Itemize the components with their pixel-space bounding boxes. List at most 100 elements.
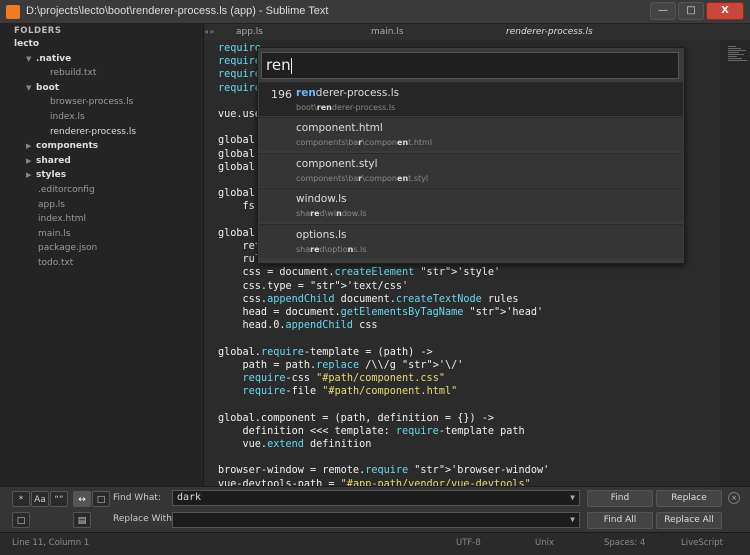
- sidebar-folder[interactable]: ▶ styles: [26, 170, 66, 180]
- sidebar-file[interactable]: main.ls: [38, 229, 71, 239]
- title-bar: D:\projects\lecto\boot\renderer-process.…: [0, 0, 750, 24]
- result-file-name: renderer-process.ls: [296, 87, 400, 99]
- replace-button[interactable]: Replace: [656, 490, 722, 507]
- tab-app-ls[interactable]: app.ls: [236, 27, 263, 37]
- tab-bar: ◂ ▸ app.ls main.ls renderer-process.ls: [204, 24, 750, 40]
- line-endings-indicator[interactable]: Unix: [535, 538, 554, 548]
- sidebar-header: FOLDERS: [14, 26, 62, 36]
- sidebar-folder[interactable]: ▼ .native: [26, 54, 71, 64]
- sidebar-file[interactable]: index.html: [38, 214, 86, 224]
- chevron-right-icon[interactable]: ▶: [26, 157, 36, 165]
- code-line: css.type = "str">'text/css': [218, 280, 409, 292]
- replace-all-button[interactable]: Replace All: [656, 512, 722, 529]
- minimap-line: [728, 60, 747, 61]
- tree-item-label: index.html: [38, 214, 86, 225]
- tab-main-ls[interactable]: main.ls: [371, 27, 404, 37]
- chevron-down-icon[interactable]: ▼: [26, 55, 36, 63]
- result-file-name: options.ls: [296, 228, 347, 241]
- goto-result-item[interactable]: component.styl components\bar\component.s…: [259, 152, 683, 187]
- code-line: browser-window = remote.require "str">'b…: [218, 465, 550, 477]
- close-button[interactable]: X: [706, 2, 744, 20]
- syntax-indicator[interactable]: LiveScript: [681, 538, 723, 548]
- tree-item-label: lecto: [14, 39, 40, 49]
- tree-item-label: components: [36, 141, 99, 152]
- goto-result-item[interactable]: 196 renderer-process.ls boot\renderer-proc…: [259, 82, 683, 116]
- replace-history-dropdown-icon[interactable]: ▼: [570, 513, 575, 527]
- sidebar-folder[interactable]: ▶ components: [26, 141, 98, 151]
- find-history-dropdown-icon[interactable]: ▼: [570, 491, 575, 505]
- code-line: vue-devtools-path = "#app-path/vendor/vu…: [218, 478, 531, 486]
- close-find-panel-icon[interactable]: ×: [728, 492, 740, 504]
- encoding-indicator[interactable]: UTF-8: [456, 538, 481, 548]
- tree-item-label: boot: [36, 82, 60, 93]
- sidebar-folder[interactable]: lecto: [14, 39, 39, 49]
- result-file-path: components\bar\component.html: [296, 138, 433, 148]
- sidebar-file[interactable]: todo.txt: [38, 258, 73, 268]
- sidebar-file[interactable]: rebuild.txt: [50, 68, 96, 78]
- find-all-button[interactable]: Find All: [587, 512, 653, 529]
- goto-result-item[interactable]: options.ls shared\options.ls: [259, 223, 683, 258]
- code-line: global.: [218, 161, 261, 173]
- sidebar: FOLDERS lecto ▼ .native rebuild.txt ▼ boot bro…: [0, 24, 204, 486]
- tree-item-label: todo.txt: [38, 258, 74, 268]
- code-line: global.: [218, 188, 261, 200]
- find-input[interactable]: dark ▼: [172, 490, 580, 506]
- sidebar-file[interactable]: package.json: [38, 243, 97, 253]
- code-line: require-file "#path/component.html": [242, 386, 458, 398]
- result-match-count: 196: [271, 88, 292, 101]
- code-line: head = document.getElementsByTagName "st…: [218, 307, 544, 318]
- whole-word-toggle[interactable]: ““: [50, 491, 68, 507]
- replace-input[interactable]: ▼: [172, 512, 580, 528]
- code-line: css = document.createElement "str">'styl…: [218, 267, 501, 279]
- case-sensitive-toggle[interactable]: Aa: [31, 491, 49, 507]
- minimap[interactable]: [720, 40, 750, 486]
- find-what-label: Find What:: [113, 493, 161, 503]
- code-line: global.: [218, 227, 261, 239]
- code-line: global.component = (path, definition = {…: [218, 412, 495, 424]
- sidebar-file[interactable]: app.ls: [38, 200, 65, 210]
- minimap-line: [728, 50, 746, 51]
- code-line: ret: [218, 241, 261, 252]
- result-file-path: boot\renderer-process.ls: [296, 103, 396, 112]
- regex-toggle[interactable]: *: [12, 491, 30, 507]
- indentation-indicator[interactable]: Spaces: 4: [604, 538, 645, 548]
- preserve-case-toggle[interactable]: □: [12, 512, 30, 528]
- tree-item-label: main.ls: [38, 228, 71, 239]
- wrap-toggle[interactable]: ↔: [73, 491, 91, 507]
- minimize-button[interactable]: —: [650, 2, 676, 20]
- tab-nav-arrows[interactable]: ◂ ▸: [204, 27, 215, 36]
- minimap-line: [728, 56, 737, 57]
- result-file-name: component.styl: [296, 157, 378, 170]
- sidebar-file[interactable]: index.ls: [50, 112, 85, 122]
- find-replace-panel: * Aa ““ ↔ □ □ ▤ Find What: Replace With:…: [0, 486, 750, 532]
- code-line: require-css "#path/component.css": [242, 373, 445, 384]
- tree-item-label: .native: [36, 53, 72, 64]
- tree-item-label: .editorconfig: [38, 185, 95, 195]
- goto-result-item[interactable]: component.html components\bar\component.h…: [259, 117, 683, 152]
- sublime-app-icon: [6, 5, 20, 19]
- goto-result-item[interactable]: window.ls shared\window.ls: [259, 188, 683, 223]
- sidebar-file[interactable]: .editorconfig: [38, 185, 95, 195]
- chevron-right-icon[interactable]: ▶: [26, 142, 36, 150]
- sidebar-file[interactable]: browser-process.ls: [50, 97, 133, 107]
- find-button[interactable]: Find: [587, 490, 653, 507]
- in-selection-toggle[interactable]: □: [92, 491, 110, 507]
- sidebar-folder[interactable]: ▶ shared: [26, 156, 71, 166]
- maximize-button[interactable]: □: [678, 2, 704, 20]
- minimap-line: [728, 48, 741, 49]
- tree-item-label: index.ls: [50, 112, 85, 122]
- sidebar-file[interactable]: renderer-process.ls: [50, 127, 136, 137]
- window-controls: — □ X: [650, 2, 744, 20]
- code-line: global.: [218, 148, 261, 160]
- code-line: require: [218, 82, 261, 94]
- code-line: path = path.replace /\\/g "str">'\/': [218, 359, 464, 371]
- chevron-down-icon[interactable]: ▼: [26, 84, 36, 92]
- code-line: require: [218, 69, 261, 81]
- code-line: require: [218, 56, 261, 68]
- highlight-matches-toggle[interactable]: ▤: [73, 512, 91, 528]
- goto-anything-input[interactable]: ren: [261, 52, 679, 79]
- chevron-right-icon[interactable]: ▶: [26, 171, 36, 179]
- sidebar-folder[interactable]: ▼ boot: [26, 83, 59, 93]
- tab-renderer-process-ls[interactable]: renderer-process.ls: [506, 27, 593, 37]
- find-input-value: dark: [177, 492, 202, 503]
